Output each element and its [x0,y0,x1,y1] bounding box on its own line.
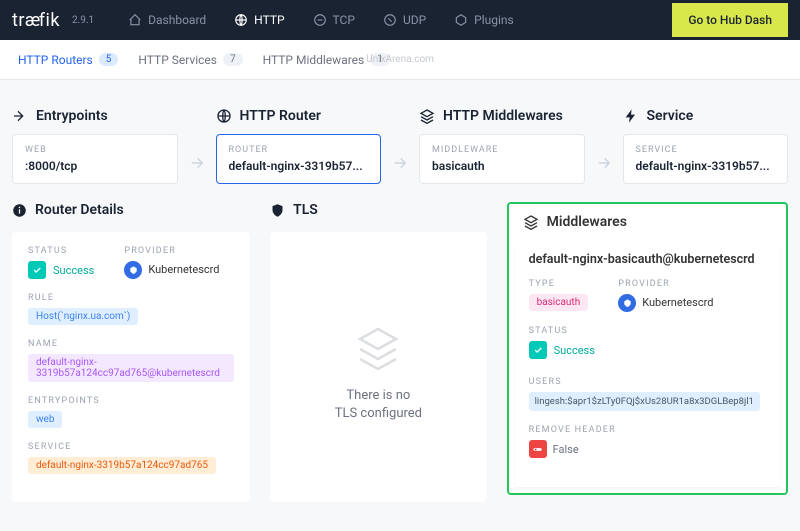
entrypoints-icon [12,108,28,124]
tls-title: TLS [270,202,486,218]
kubernetes-icon [124,261,142,279]
hub-button[interactable]: Go to Hub Dash [672,3,788,37]
nav-http-label: HTTP [254,13,284,27]
bolt-icon [623,108,639,124]
tab-http-routers[interactable]: HTTP Routers 5 [8,53,128,67]
name-label: NAME [28,339,234,349]
middleware-card-value: basicauth [432,159,572,173]
flow-router-header: HTTP Router [216,108,382,124]
tcp-icon [313,13,327,27]
mid-provider-label: PROVIDER [618,279,713,289]
flow-entrypoints-header: Entrypoints [12,108,178,124]
middlewares-highlight-box: Middlewares default-nginx-basicauth@kube… [507,202,788,495]
version-label: 2.9.1 [72,15,94,26]
top-nav: træfik 2.9.1 Dashboard HTTP TCP UDP Plug… [0,0,800,40]
status-label: STATUS [28,246,94,256]
middleware-card[interactable]: MIDDLEWARE basicauth [419,134,585,184]
check-icon [529,341,547,359]
layers-icon [523,214,539,230]
sub-nav: HTTP Routers 5 HTTP Services 7 HTTP Midd… [0,40,800,80]
status-value: Success [28,261,94,279]
mid-users-label: USERS [529,377,766,387]
router-card-label: ROUTER [229,145,369,155]
nav-dashboard-label: Dashboard [148,13,206,27]
nav-dashboard[interactable]: Dashboard [114,0,220,40]
mid-type-label: TYPE [529,279,589,289]
nav-udp[interactable]: UDP [369,0,440,40]
router-card[interactable]: ROUTER default-nginx-3319b57... [216,134,382,184]
tab-http-routers-count: 5 [99,53,119,66]
flow-service-header: Service [623,108,789,124]
flow-arrow [186,142,208,184]
nav-tcp[interactable]: TCP [299,0,369,40]
flow-arrow [389,142,411,184]
toggle-off-icon [529,440,547,458]
entrypoint-card[interactable]: WEB :8000/tcp [12,134,178,184]
router-details-title: Router Details [12,202,250,218]
shield-icon [270,203,285,218]
tls-panel: There is no TLS configured [270,232,486,502]
tab-http-services-label: HTTP Services [138,53,217,67]
provider-value: Kubernetescrd [124,261,219,279]
plugin-icon [454,13,468,27]
layers-icon [419,108,435,124]
entrypoints-label: ENTRYPOINTS [28,396,234,406]
globe-icon [216,108,232,124]
middleware-card-label: MIDDLEWARE [432,145,572,155]
service-chip: default-nginx-3319b57a124cc97ad765 [28,457,216,474]
detail-row: Router Details STATUS Success PROVIDER K… [0,194,800,522]
udp-icon [383,13,397,27]
check-icon [28,261,46,279]
middleware-name: default-nginx-basicauth@kubernetescrd [529,252,766,267]
name-chip: default-nginx-3319b57a124cc97ad765@kuber… [28,354,234,382]
service-card[interactable]: SERVICE default-nginx-3319b57... [623,134,789,184]
watermark: UnixArena.com [366,54,434,65]
brand-logo: træfik [12,10,60,31]
dashboard-icon [128,13,142,27]
info-icon [12,203,27,218]
rule-chip: Host(`nginx.ua.com`) [28,308,138,325]
router-details-panel: STATUS Success PROVIDER Kubernetescrd RU… [12,232,250,502]
tab-http-routers-label: HTTP Routers [18,53,93,67]
mid-removeheader-label: REMOVE HEADER [529,425,766,435]
nav-http[interactable]: HTTP [220,0,298,40]
kubernetes-icon [618,294,636,312]
tab-http-services[interactable]: HTTP Services 7 [128,53,252,67]
mid-type-chip: basicauth [529,294,589,311]
empty-layers-icon [335,323,422,375]
mid-provider-value: Kubernetescrd [618,294,713,312]
mid-status-label: STATUS [529,326,766,336]
tab-http-services-count: 7 [223,53,243,66]
provider-label: PROVIDER [124,246,219,256]
entrypoint-card-label: WEB [25,145,165,155]
globe-icon [234,13,248,27]
nav-plugins-label: Plugins [474,13,514,27]
service-card-value: default-nginx-3319b57... [636,159,776,173]
mid-removeheader-value: False [529,440,579,458]
tls-empty-text: There is no TLS configured [335,387,422,423]
service-card-label: SERVICE [636,145,776,155]
mid-status-value: Success [529,341,595,359]
middlewares-title: Middlewares [509,204,786,240]
entrypoint-card-value: :8000/tcp [25,159,165,173]
flow-arrow [593,142,615,184]
rule-label: RULE [28,293,234,303]
flow-middlewares-header: HTTP Middlewares [419,108,585,124]
mid-users-chip: lingesh:$apr1$zLTy0FQj$xUs28UR1a8x3DGLBe… [529,392,760,411]
flow-diagram: Entrypoints WEB :8000/tcp HTTP Router RO… [0,80,800,194]
service-label: SERVICE [28,442,234,452]
nav-plugins[interactable]: Plugins [440,0,528,40]
nav-udp-label: UDP [403,13,426,27]
nav-tcp-label: TCP [333,13,355,27]
tab-http-middlewares-label: HTTP Middlewares [263,53,365,67]
entrypoints-chip: web [28,411,62,428]
router-card-value: default-nginx-3319b57... [229,159,369,173]
